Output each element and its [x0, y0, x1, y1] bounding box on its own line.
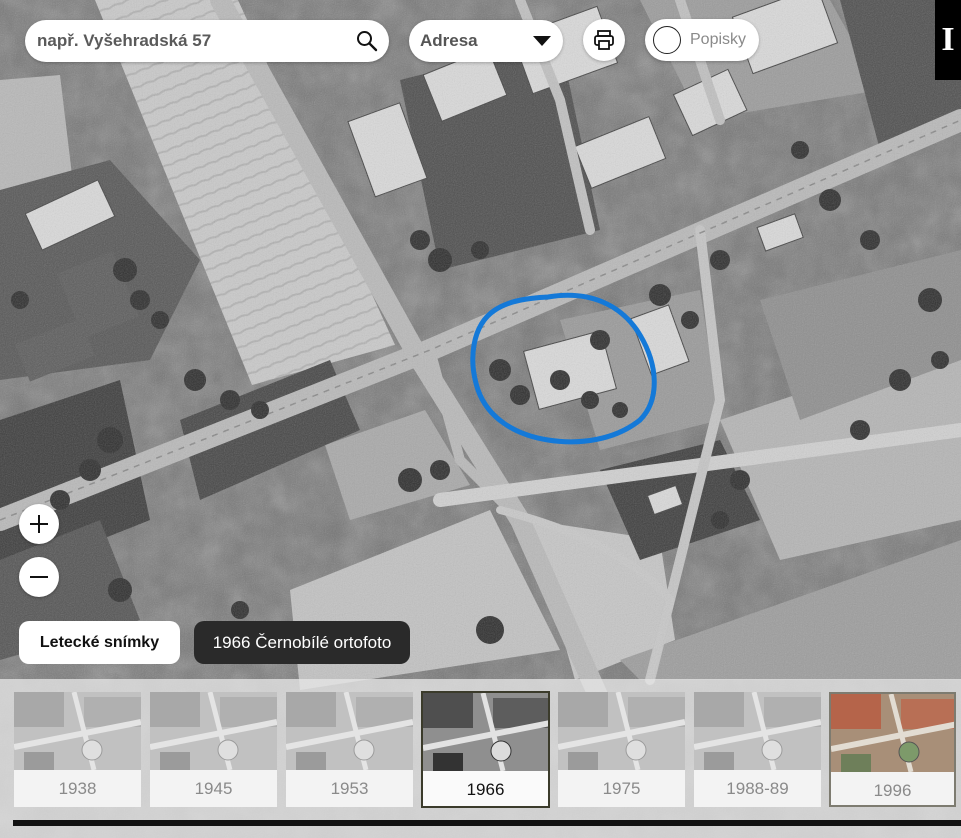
timeline-item-1945[interactable]: 1945	[150, 692, 277, 807]
timeline-item-1975[interactable]: 1975	[558, 692, 685, 807]
timeline-year: 1988-89	[694, 770, 821, 807]
zoom-in-button[interactable]	[19, 504, 59, 544]
info-button[interactable]: I	[935, 0, 961, 80]
toggle-circle-icon	[653, 26, 681, 54]
current-layer-label: 1966 Černobílé ortofoto	[194, 621, 410, 664]
thumbnail-image	[286, 692, 413, 770]
timeline-item-1938[interactable]: 1938	[14, 692, 141, 807]
timeline-year: 1945	[150, 770, 277, 807]
labels-toggle-label: Popisky	[690, 31, 747, 48]
layer-category-button[interactable]: Letecké snímky	[19, 621, 180, 664]
printer-icon	[594, 30, 614, 50]
info-icon: I	[941, 21, 955, 58]
zoom-in-icon	[30, 515, 48, 533]
print-button[interactable]	[583, 19, 625, 61]
thumbnail-image	[150, 692, 277, 770]
timeline-track[interactable]	[13, 820, 961, 826]
search-type-select[interactable]: Adresa	[409, 20, 563, 62]
timeline-year: 1966	[423, 771, 548, 806]
thumbnail-image	[831, 694, 954, 772]
zoom-out-button[interactable]	[19, 557, 59, 597]
timeline-year: 1953	[286, 770, 413, 807]
timeline-item-1966[interactable]: 1966	[421, 691, 550, 808]
thumbnail-image	[558, 692, 685, 770]
search-type-value: Adresa	[420, 31, 478, 50]
timeline-item-1996[interactable]: 1996	[829, 692, 956, 807]
address-search	[25, 20, 389, 62]
thumbnail-image	[694, 692, 821, 770]
search-icon[interactable]	[355, 29, 379, 53]
search-input[interactable]	[37, 31, 355, 51]
timeline-year: 1938	[14, 770, 141, 807]
thumbnail-image	[423, 693, 548, 771]
labels-toggle[interactable]: Popisky	[645, 19, 759, 61]
chevron-down-icon	[533, 36, 551, 46]
thumbnail-image	[14, 692, 141, 770]
timeline-item-1953[interactable]: 1953	[286, 692, 413, 807]
zoom-out-icon	[30, 576, 48, 578]
timeline-year: 1996	[831, 772, 954, 805]
timeline-year: 1975	[558, 770, 685, 807]
year-timeline: 1938 1945 1953 1966 1975 1988-89 1996	[0, 679, 961, 838]
timeline-item-1988-89[interactable]: 1988-89	[694, 692, 821, 807]
